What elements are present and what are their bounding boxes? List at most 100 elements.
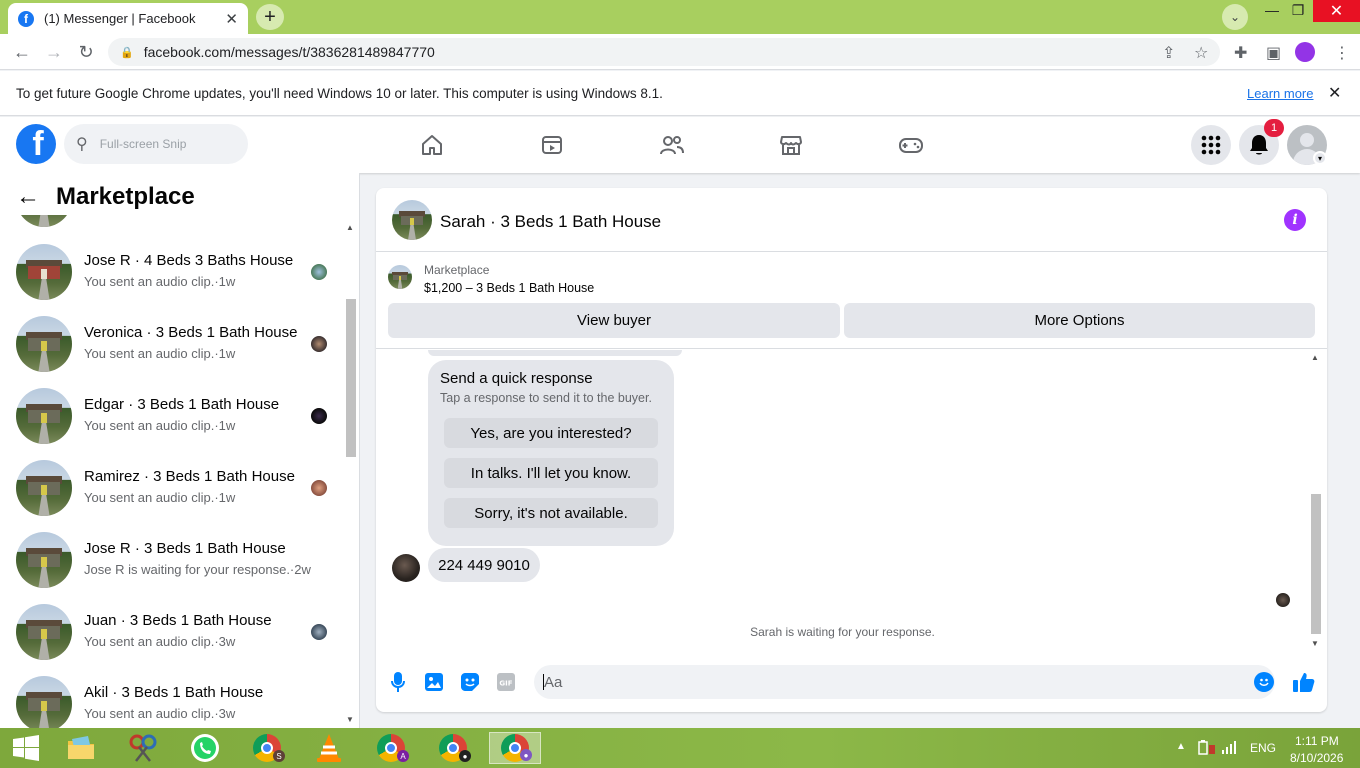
chrome-active-window-icon[interactable]: ● bbox=[489, 732, 541, 764]
info-icon[interactable]: i bbox=[1284, 209, 1306, 231]
chrome-menu-icon[interactable]: ⋮ bbox=[1334, 43, 1350, 63]
scroll-up-arrow-icon[interactable]: ▲ bbox=[346, 223, 354, 232]
message-bubble[interactable]: 224 449 9010 bbox=[428, 548, 540, 582]
infobar-message: To get future Google Chrome updates, you… bbox=[16, 86, 663, 101]
forward-arrow-icon[interactable]: → bbox=[44, 42, 64, 63]
sender-avatar[interactable] bbox=[392, 554, 420, 582]
marketplace-conversation-list: ← Marketplace Jose R · 4 Beds 3 Baths Ho… bbox=[0, 173, 360, 728]
close-window-button[interactable]: ✕ bbox=[1313, 0, 1360, 22]
clock-date[interactable]: 8/10/2026 bbox=[1290, 751, 1343, 765]
back-arrow-icon[interactable]: ← bbox=[12, 42, 32, 63]
conversation-preview: You sent an audio clip.·1w bbox=[84, 346, 236, 361]
friends-icon[interactable] bbox=[652, 129, 692, 161]
chrome-profile-s-icon[interactable]: S bbox=[241, 732, 293, 764]
facebook-logo[interactable]: f bbox=[16, 124, 56, 164]
input-language[interactable]: ENG bbox=[1250, 741, 1276, 755]
listing-banner: Marketplace $1,200 – 3 Beds 1 Bath House… bbox=[376, 253, 1327, 349]
quick-response-subtitle: Tap a response to send it to the buyer. bbox=[440, 391, 652, 405]
scroll-down-arrow-icon[interactable]: ▼ bbox=[1311, 639, 1319, 648]
conversation-item[interactable]: Jose R · 4 Beds 3 Baths House You sent a… bbox=[16, 244, 336, 304]
chat-listing-avatar[interactable] bbox=[392, 200, 432, 240]
chrome-profile-avatar[interactable] bbox=[1295, 42, 1315, 62]
marketplace-icon[interactable] bbox=[771, 129, 811, 161]
tab-search-chevron-icon[interactable]: ⌄ bbox=[1222, 4, 1248, 30]
whatsapp-icon[interactable] bbox=[179, 732, 231, 764]
more-options-button[interactable]: More Options bbox=[844, 303, 1315, 338]
reload-icon[interactable]: ↻ bbox=[76, 42, 96, 63]
windows-start-button[interactable] bbox=[0, 732, 52, 764]
thumbs-up-icon[interactable] bbox=[1292, 670, 1316, 694]
conversation-item[interactable]: Ramirez · 3 Beds 1 Bath House You sent a… bbox=[16, 460, 336, 520]
quick-response-button[interactable]: Sorry, it's not available. bbox=[444, 498, 658, 528]
conversation-list-scrollbar[interactable]: ▲ ▼ bbox=[344, 219, 358, 728]
address-bar[interactable]: 🔒 facebook.com/messages/t/38362814898477… bbox=[108, 38, 1220, 66]
conversation-name: Ramirez · 3 Beds 1 Bath House bbox=[84, 468, 295, 485]
chat-title[interactable]: Sarah · 3 Beds 1 Bath House bbox=[440, 212, 661, 232]
bookmark-star-icon[interactable]: ☆ bbox=[1194, 43, 1208, 63]
facebook-search-box[interactable]: ⚲ Full-screen Snip bbox=[64, 124, 248, 164]
conversation-preview: You sent an audio clip.·1w bbox=[84, 274, 236, 289]
side-panel-icon[interactable]: ▣ bbox=[1266, 43, 1281, 63]
listing-category: Marketplace bbox=[424, 263, 490, 277]
listing-price[interactable]: $1,200 – 3 Beds 1 Bath House bbox=[424, 281, 594, 295]
message-scrollbar[interactable]: ▲ ▼ bbox=[1309, 350, 1323, 652]
conversation-preview: You sent an audio clip.·1w bbox=[84, 418, 236, 433]
share-icon[interactable]: ⇪ bbox=[1162, 43, 1175, 63]
back-arrow-icon[interactable]: ← bbox=[16, 183, 40, 211]
microphone-icon[interactable] bbox=[388, 672, 408, 692]
signal-strength-icon[interactable] bbox=[1222, 740, 1238, 754]
scroll-down-arrow-icon[interactable]: ▼ bbox=[346, 715, 354, 724]
emoji-icon[interactable] bbox=[1254, 672, 1274, 692]
conversation-name: Veronica · 3 Beds 1 Bath House bbox=[84, 324, 298, 341]
account-chevron-down-icon[interactable]: ▾ bbox=[1313, 151, 1327, 165]
conversation-item[interactable]: Juan · 3 Beds 1 Bath House You sent an a… bbox=[16, 604, 336, 664]
listing-thumbnail bbox=[16, 604, 72, 660]
chat-header: Sarah · 3 Beds 1 Bath House i bbox=[376, 188, 1327, 252]
waiting-status: Sarah is waiting for your response. bbox=[750, 625, 935, 639]
scroll-up-arrow-icon[interactable]: ▲ bbox=[1311, 353, 1319, 362]
infobar-close-icon[interactable]: ✕ bbox=[1328, 83, 1341, 103]
quick-response-button[interactable]: Yes, are you interested? bbox=[444, 418, 658, 448]
chrome-profile-a-icon[interactable]: A bbox=[365, 732, 417, 764]
clock-time[interactable]: 1:11 PM bbox=[1295, 734, 1339, 748]
quick-response-button[interactable]: In talks. I'll let you know. bbox=[444, 458, 658, 488]
network-battery-icon[interactable] bbox=[1198, 739, 1216, 755]
conversation-name: Jose R · 4 Beds 3 Baths House bbox=[84, 252, 294, 269]
conversation-item[interactable]: Akil · 3 Beds 1 Bath House You sent an a… bbox=[16, 676, 336, 728]
menu-grid-button[interactable] bbox=[1191, 125, 1231, 165]
new-tab-button[interactable]: + bbox=[256, 4, 284, 30]
message-input[interactable] bbox=[534, 665, 1275, 699]
photo-icon[interactable] bbox=[424, 672, 444, 692]
listing-thumbnail bbox=[16, 388, 72, 444]
previous-message-bubble bbox=[428, 350, 682, 356]
gaming-icon[interactable] bbox=[891, 129, 931, 161]
gif-icon[interactable]: GIF bbox=[496, 672, 516, 692]
listing-thumbnail[interactable] bbox=[388, 265, 412, 289]
quick-response-card: Send a quick response Tap a response to … bbox=[428, 360, 674, 546]
file-explorer-icon[interactable] bbox=[55, 732, 107, 764]
conversation-item[interactable]: Edgar · 3 Beds 1 Bath House You sent an … bbox=[16, 388, 336, 448]
view-buyer-button[interactable]: View buyer bbox=[388, 303, 840, 338]
conversation-name: Jose R · 3 Beds 1 Bath House bbox=[84, 540, 286, 557]
listing-thumbnail bbox=[16, 532, 72, 588]
browser-tab[interactable]: f (1) Messenger | Facebook ✕ bbox=[8, 3, 248, 34]
learn-more-link[interactable]: Learn more bbox=[1247, 86, 1313, 101]
sticker-icon[interactable] bbox=[460, 672, 480, 692]
scrollbar-thumb[interactable] bbox=[346, 299, 356, 457]
search-placeholder: Full-screen Snip bbox=[99, 137, 187, 151]
buyer-avatar bbox=[311, 336, 327, 352]
conversation-preview: You sent an audio clip.·1w bbox=[84, 490, 236, 505]
conversation-item[interactable]: Jose R · 3 Beds 1 Bath House Jose R is w… bbox=[16, 532, 336, 592]
restore-window-button[interactable]: ❐ bbox=[1283, 2, 1313, 20]
chrome-profile-person-icon[interactable]: ● bbox=[427, 732, 479, 764]
vlc-icon[interactable] bbox=[303, 732, 355, 764]
tab-close-icon[interactable]: ✕ bbox=[225, 10, 238, 28]
watch-icon[interactable] bbox=[532, 129, 572, 161]
tray-overflow-chevron-icon[interactable]: ▲ bbox=[1176, 741, 1186, 752]
home-icon[interactable] bbox=[412, 129, 452, 161]
scrollbar-thumb[interactable] bbox=[1311, 494, 1321, 634]
snipping-tool-icon[interactable] bbox=[117, 732, 169, 764]
buyer-avatar bbox=[311, 408, 327, 424]
extensions-puzzle-icon[interactable]: ✚ bbox=[1234, 43, 1247, 63]
conversation-item[interactable]: Veronica · 3 Beds 1 Bath House You sent … bbox=[16, 316, 336, 376]
